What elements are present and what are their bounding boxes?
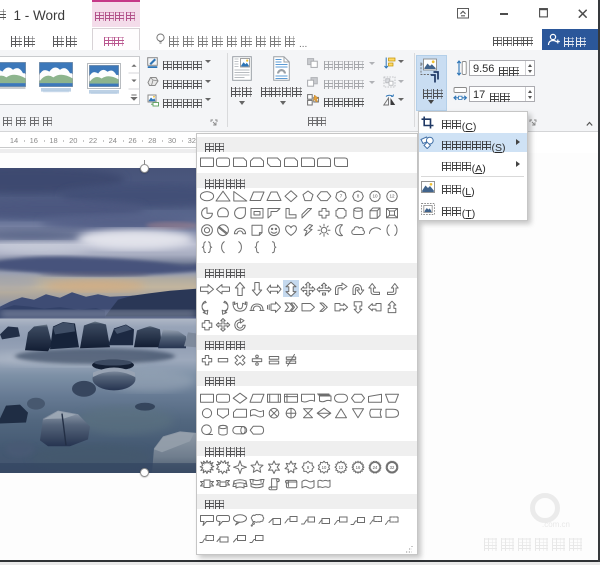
svg-text:12: 12 [389,194,395,199]
svg-text:24: 24 [373,465,378,470]
svg-text:8: 8 [357,194,360,199]
svg-text:10: 10 [322,465,327,470]
svg-text:12: 12 [339,465,344,470]
svg-text:32: 32 [390,465,395,470]
svg-text:16: 16 [356,465,361,470]
svg-text:7: 7 [340,194,343,199]
svg-text:10: 10 [372,194,378,199]
